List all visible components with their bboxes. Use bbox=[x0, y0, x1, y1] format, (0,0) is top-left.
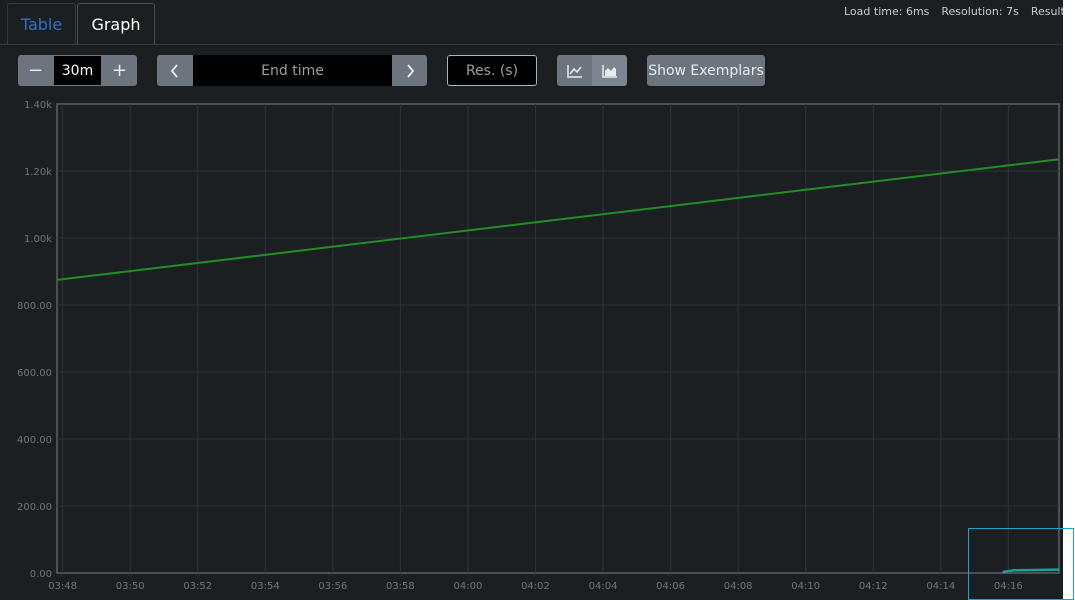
next-time-button[interactable] bbox=[392, 55, 427, 86]
y-tick-label: 600.00 bbox=[17, 368, 52, 379]
y-tick-label: 1.00k bbox=[24, 234, 52, 245]
decrease-range-button[interactable]: − bbox=[18, 55, 53, 86]
x-tick-label: 03:58 bbox=[386, 581, 415, 592]
graph-chart[interactable]: 0.00 200.00 400.00 600.00 800.00 1.00k 1.20k 1.… bbox=[0, 96, 1063, 600]
x-tick-label: 04:14 bbox=[926, 581, 955, 592]
area-chart-icon bbox=[601, 64, 617, 78]
chart-svg[interactable]: 0.00 200.00 400.00 600.00 800.00 1.00k 1.20k 1.… bbox=[0, 96, 1063, 600]
x-tick-label: 03:52 bbox=[183, 581, 212, 592]
x-tick-label: 04:08 bbox=[724, 581, 753, 592]
y-tick-label: 800.00 bbox=[17, 301, 52, 312]
tab-graph[interactable]: Graph bbox=[77, 3, 155, 44]
result-series-stat: Result series: 2 bbox=[1030, 5, 1063, 18]
prev-time-button[interactable] bbox=[157, 55, 193, 86]
y-tick-label: 200.00 bbox=[17, 502, 52, 513]
line-chart-toggle[interactable] bbox=[557, 55, 592, 86]
chevron-right-icon bbox=[406, 63, 414, 78]
y-tick-label: 1.40k bbox=[24, 100, 52, 111]
x-tick-label: 04:00 bbox=[454, 581, 483, 592]
query-stats: Load time: 6ms Resolution: 7s Result serie… bbox=[844, 5, 1063, 18]
plot-area bbox=[56, 103, 1060, 574]
resolution-input[interactable]: Res. (s) bbox=[447, 55, 537, 86]
show-exemplars-button[interactable]: Show Exemplars bbox=[647, 55, 765, 86]
x-tick-label: 04:04 bbox=[589, 581, 618, 592]
x-tick-label: 04:10 bbox=[791, 581, 820, 592]
y-tick-label: 1.20k bbox=[24, 167, 52, 178]
load-time: Load time: 6ms bbox=[844, 5, 930, 18]
x-tick-label: 03:48 bbox=[48, 581, 77, 592]
chevron-left-icon bbox=[170, 63, 178, 78]
x-tick-label: 04:06 bbox=[656, 581, 685, 592]
y-tick-label: 0.00 bbox=[30, 569, 52, 580]
graph-panel: Table Graph Load time: 6ms Resolution: 7s… bbox=[0, 0, 1063, 600]
x-tick-label: 03:54 bbox=[251, 581, 280, 592]
x-tick-label: 04:16 bbox=[994, 581, 1023, 592]
resolution-stat: Resolution: 7s bbox=[941, 5, 1019, 18]
increase-range-button[interactable]: + bbox=[102, 55, 137, 86]
x-tick-label: 04:12 bbox=[859, 581, 888, 592]
stacked-chart-toggle[interactable] bbox=[592, 55, 627, 86]
y-tick-label: 400.00 bbox=[17, 435, 52, 446]
x-tick-label: 04:02 bbox=[521, 581, 550, 592]
tab-divider bbox=[0, 44, 1063, 45]
range-input[interactable]: 30m bbox=[53, 55, 102, 86]
x-tick-label: 03:56 bbox=[318, 581, 347, 592]
tab-table[interactable]: Table bbox=[7, 3, 76, 44]
x-tick-label: 03:50 bbox=[116, 581, 145, 592]
end-time-input[interactable]: End time bbox=[193, 55, 392, 86]
line-chart-icon bbox=[566, 64, 582, 78]
